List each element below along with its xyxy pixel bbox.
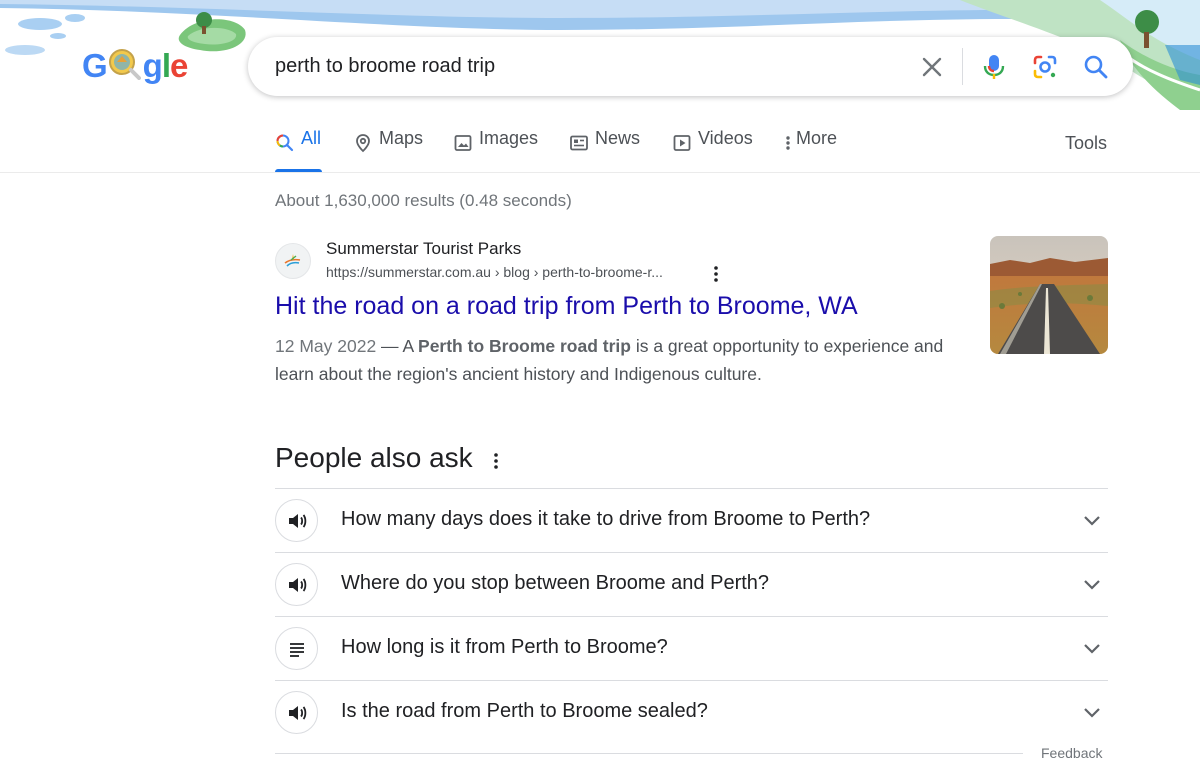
chevron-down-icon bbox=[1082, 639, 1102, 659]
chevron-down-icon bbox=[1082, 703, 1102, 723]
result-snippet: 12 May 2022 — A Perth to Broome road tri… bbox=[275, 332, 975, 388]
logo-doodle-o bbox=[107, 48, 143, 80]
chevron-down-icon bbox=[1082, 575, 1102, 595]
site-favicon[interactable] bbox=[275, 243, 311, 279]
search-box[interactable]: perth to broome road trip bbox=[248, 37, 1133, 96]
read-aloud-button[interactable] bbox=[275, 691, 318, 734]
google-logo[interactable]: G gle bbox=[82, 45, 192, 89]
tab-videos[interactable]: Videos bbox=[672, 128, 753, 174]
more-vert-icon bbox=[782, 133, 794, 153]
paa-question-text: Where do you stop between Broome and Per… bbox=[341, 572, 770, 594]
camera-lens-icon bbox=[1033, 55, 1057, 79]
tab-videos-label: Videos bbox=[698, 128, 753, 148]
snippet-pre: — A bbox=[376, 336, 419, 356]
summerstar-logo-icon bbox=[284, 254, 301, 267]
logo-letter-g: G bbox=[82, 47, 108, 84]
news-icon bbox=[569, 133, 589, 153]
speaker-icon bbox=[288, 705, 306, 720]
paa-question-item[interactable]: Where do you stop between Broome and Per… bbox=[275, 552, 1108, 616]
search-input[interactable]: perth to broome road trip bbox=[275, 55, 495, 78]
paa-question-text: How many days does it take to drive from… bbox=[341, 508, 871, 530]
clear-search-button[interactable] bbox=[916, 51, 948, 83]
tab-images[interactable]: Images bbox=[453, 128, 538, 174]
video-icon bbox=[672, 133, 692, 153]
doodle-magnifier-icon bbox=[108, 49, 141, 80]
tab-maps[interactable]: Maps bbox=[353, 128, 423, 174]
microphone-icon bbox=[983, 55, 1005, 79]
list-result-badge[interactable] bbox=[275, 627, 318, 670]
paa-question-text: Is the road from Perth to Broome sealed? bbox=[341, 700, 708, 722]
logo-letter-l: l bbox=[161, 47, 171, 84]
search-icon bbox=[1084, 55, 1108, 79]
snippet-bold: Perth to Broome road trip bbox=[418, 336, 631, 356]
people-also-ask-options-button[interactable] bbox=[488, 450, 504, 472]
search-icon bbox=[275, 133, 295, 153]
chevron-down-icon bbox=[1082, 511, 1102, 531]
paa-question-text: How long is it from Perth to Broome? bbox=[341, 636, 668, 658]
result-options-button[interactable] bbox=[708, 264, 724, 284]
result-date: 12 May 2022 bbox=[275, 336, 377, 356]
search-box-divider bbox=[962, 48, 963, 85]
lens-search-button[interactable] bbox=[1029, 51, 1061, 83]
tab-maps-label: Maps bbox=[379, 128, 424, 148]
tools-button[interactable]: Tools bbox=[1065, 133, 1107, 154]
logo-letter-e: e bbox=[170, 47, 188, 84]
result-thumbnail[interactable] bbox=[990, 236, 1108, 354]
result-title-link[interactable]: Hit the road on a road trip from Perth t… bbox=[275, 292, 858, 321]
paa-question-item[interactable]: How many days does it take to drive from… bbox=[275, 488, 1108, 552]
tab-all[interactable]: All bbox=[275, 128, 322, 174]
voice-search-button[interactable] bbox=[978, 51, 1010, 83]
list-icon bbox=[289, 642, 304, 657]
result-stats: About 1,630,000 results (0.48 seconds) bbox=[275, 191, 572, 210]
feedback-link[interactable]: Feedback bbox=[1041, 745, 1102, 761]
people-also-ask-heading: People also ask bbox=[275, 442, 473, 473]
tab-images-label: Images bbox=[479, 128, 539, 148]
more-vert-icon bbox=[494, 453, 498, 469]
speaker-icon bbox=[288, 577, 306, 592]
result-site-name[interactable]: Summerstar Tourist Parks bbox=[326, 239, 521, 259]
map-pin-icon bbox=[353, 133, 373, 153]
road-image bbox=[990, 236, 1108, 354]
tab-news[interactable]: News bbox=[569, 128, 640, 174]
logo-letter-g2: g bbox=[142, 47, 163, 84]
tab-more-label: More bbox=[796, 128, 838, 148]
read-aloud-button[interactable] bbox=[275, 499, 318, 542]
speaker-icon bbox=[288, 513, 306, 528]
paa-bottom-divider bbox=[275, 753, 1023, 754]
image-icon bbox=[453, 133, 473, 153]
result-url[interactable]: https://summerstar.com.au › blog › perth… bbox=[326, 264, 663, 280]
search-submit-button[interactable] bbox=[1080, 51, 1112, 83]
close-icon bbox=[922, 57, 942, 77]
read-aloud-button[interactable] bbox=[275, 563, 318, 606]
tab-all-label: All bbox=[301, 128, 322, 148]
paa-question-item[interactable]: Is the road from Perth to Broome sealed? bbox=[275, 680, 1108, 744]
tab-news-label: News bbox=[595, 128, 641, 148]
paa-question-item[interactable]: How long is it from Perth to Broome? bbox=[275, 616, 1108, 680]
tabs-divider bbox=[0, 172, 1200, 173]
more-vert-icon bbox=[714, 266, 718, 282]
tab-more[interactable]: More bbox=[782, 128, 837, 174]
